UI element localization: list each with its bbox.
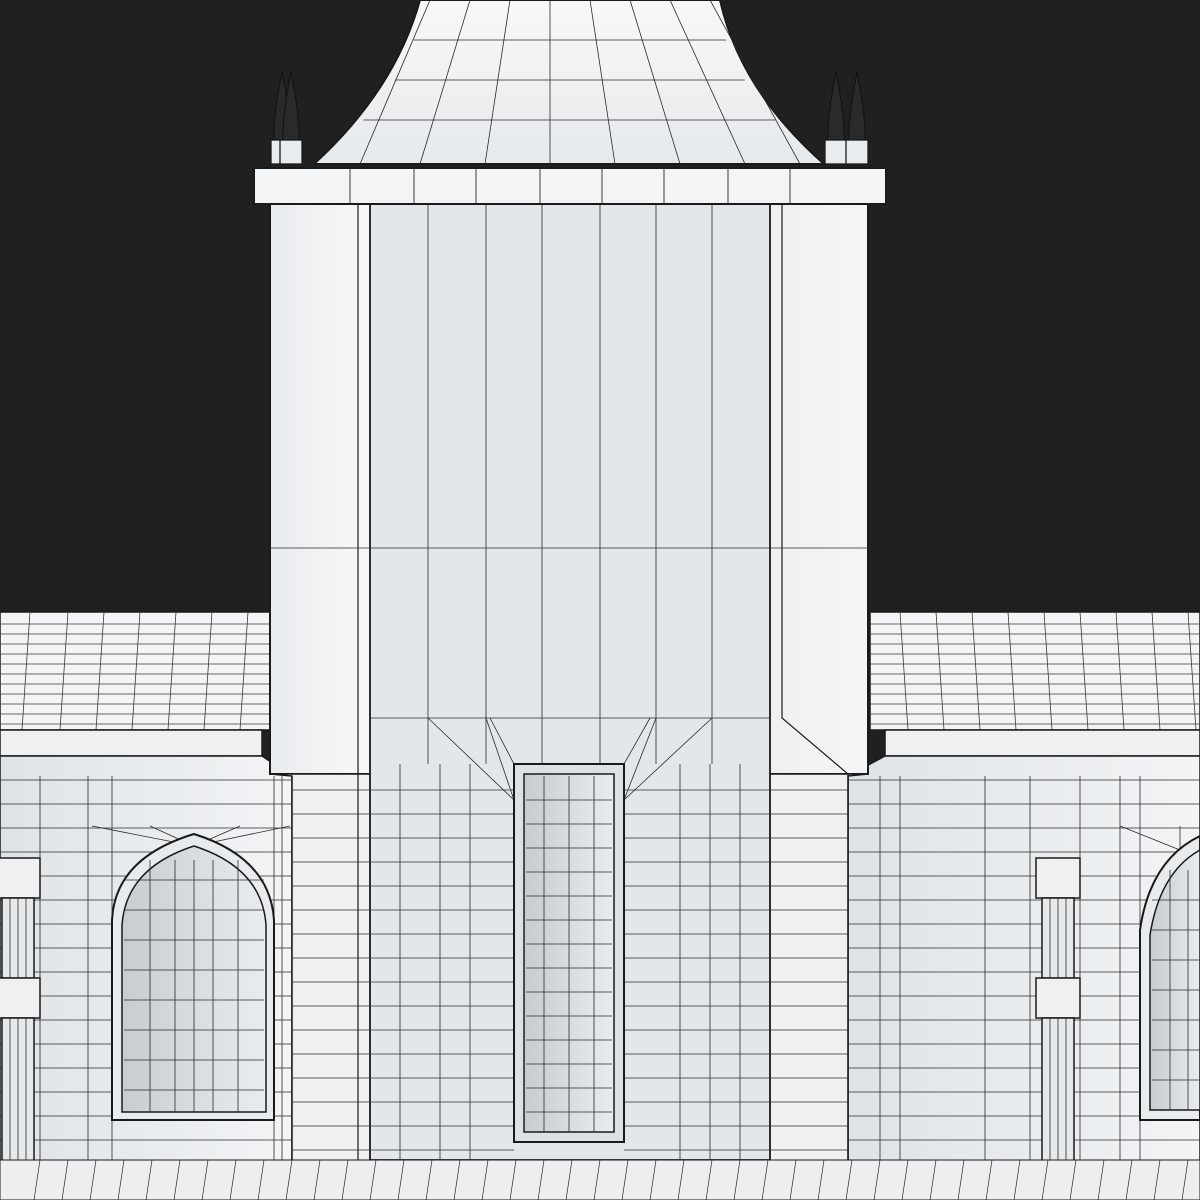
gothic-window <box>111 832 275 1121</box>
left-cornice <box>0 729 263 757</box>
buttress-left <box>0 857 41 1200</box>
buttress-cap <box>0 977 41 1019</box>
slit-window <box>513 763 625 1143</box>
right-roof <box>869 611 1200 731</box>
buttress-right <box>1035 857 1081 1200</box>
buttress-cap <box>1035 977 1081 1019</box>
ground-ledge <box>0 1159 1200 1200</box>
right-cornice <box>884 729 1200 757</box>
buttress-cap <box>0 857 41 899</box>
wireframe-scene <box>0 0 1200 1200</box>
tower-cornice <box>253 167 887 205</box>
left-roof <box>0 611 271 731</box>
buttress-cap <box>1035 857 1081 899</box>
